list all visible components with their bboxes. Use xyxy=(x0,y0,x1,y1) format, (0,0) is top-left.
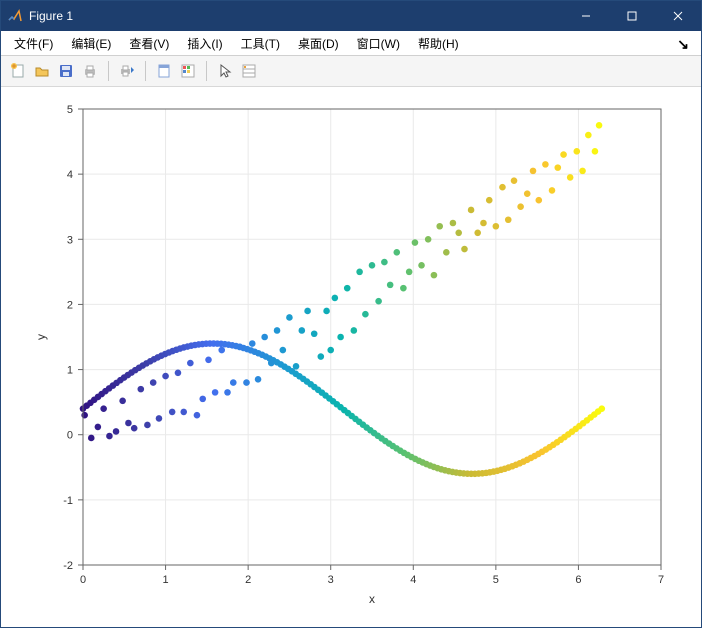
titlebar[interactable]: Figure 1 xyxy=(1,1,701,31)
menu-edit[interactable]: 编辑(E) xyxy=(62,33,120,54)
svg-text:1: 1 xyxy=(163,574,169,586)
save-icon[interactable] xyxy=(55,60,77,82)
properties-icon[interactable] xyxy=(238,60,260,82)
figure-axes-area[interactable]: 0 1 2 3 4 5 6 7 -2 -1 0 1 2 3 4 5 x y xyxy=(1,87,701,627)
svg-text:3: 3 xyxy=(328,574,334,586)
svg-text:5: 5 xyxy=(67,104,73,116)
menu-help[interactable]: 帮助(H) xyxy=(409,33,468,54)
svg-text:4: 4 xyxy=(67,169,73,181)
print-preview-icon[interactable] xyxy=(116,60,138,82)
svg-text:5: 5 xyxy=(493,574,499,586)
scatter-plot[interactable]: 0 1 2 3 4 5 6 7 -2 -1 0 1 2 3 4 5 x y xyxy=(1,87,701,627)
colorbar-icon[interactable] xyxy=(177,60,199,82)
svg-text:4: 4 xyxy=(410,574,416,586)
toolbar-separator xyxy=(206,61,207,81)
matlab-icon xyxy=(7,8,23,24)
svg-text:0: 0 xyxy=(80,574,86,586)
svg-text:2: 2 xyxy=(245,574,251,586)
svg-text:2: 2 xyxy=(67,299,73,311)
menu-view[interactable]: 查看(V) xyxy=(120,33,178,54)
menu-desktop[interactable]: 桌面(D) xyxy=(289,33,348,54)
print-icon[interactable] xyxy=(79,60,101,82)
link-icon[interactable] xyxy=(153,60,175,82)
x-axis-label: x xyxy=(369,592,375,606)
new-figure-icon[interactable] xyxy=(7,60,29,82)
close-button[interactable] xyxy=(655,1,701,31)
svg-text:1: 1 xyxy=(67,365,73,377)
pointer-icon[interactable] xyxy=(214,60,236,82)
svg-text:-2: -2 xyxy=(63,560,73,572)
menu-window[interactable]: 窗口(W) xyxy=(348,33,409,54)
minimize-button[interactable] xyxy=(563,1,609,31)
svg-text:0: 0 xyxy=(67,430,73,442)
toolbar xyxy=(1,56,701,87)
window-title: Figure 1 xyxy=(29,9,73,23)
menu-insert[interactable]: 插入(I) xyxy=(178,33,231,54)
toolbar-separator xyxy=(108,61,109,81)
svg-text:-1: -1 xyxy=(63,495,73,507)
y-axis-label: y xyxy=(34,334,48,340)
dock-arrow-icon[interactable]: ↘ xyxy=(669,34,697,53)
svg-text:3: 3 xyxy=(67,234,73,246)
menu-tools[interactable]: 工具(T) xyxy=(232,33,289,54)
maximize-button[interactable] xyxy=(609,1,655,31)
menu-file[interactable]: 文件(F) xyxy=(5,33,62,54)
figure-window: Figure 1 文件(F) 编辑(E) 查看(V) 插入(I) 工具(T) 桌… xyxy=(0,0,702,628)
menubar: 文件(F) 编辑(E) 查看(V) 插入(I) 工具(T) 桌面(D) 窗口(W… xyxy=(1,31,701,56)
open-icon[interactable] xyxy=(31,60,53,82)
svg-text:6: 6 xyxy=(575,574,581,586)
svg-text:7: 7 xyxy=(658,574,664,586)
toolbar-separator xyxy=(145,61,146,81)
